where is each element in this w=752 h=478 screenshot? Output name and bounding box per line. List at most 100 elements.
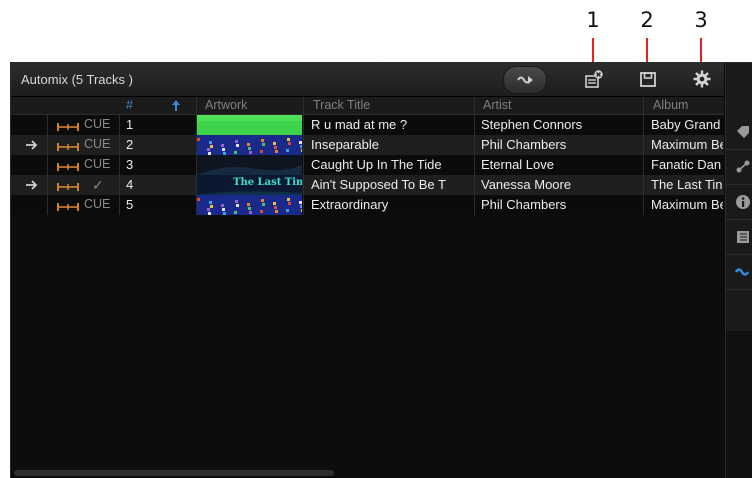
artwork-thumbnail [197,115,302,135]
sort-ascending-icon[interactable] [171,99,181,112]
column-album[interactable]: Album [653,98,688,112]
cue-status: ✓ [92,177,104,193]
row-divider [119,155,120,175]
row-divider [474,115,475,135]
column-track-title[interactable]: Track Title [313,98,370,112]
automix-panel: Automix (5 Tracks ) # Artwork Track Titl… [10,62,752,478]
artwork-thumbnail: The Last Time [197,175,302,195]
row-divider [474,155,475,175]
column-divider [643,97,644,114]
track-title: Extraordinary [311,197,389,212]
cue-status: CUE [84,137,111,151]
row-divider [303,115,304,135]
track-row[interactable]: CUE 5 Extraordinary Phil Chambers Maximum Be [11,195,724,215]
panel-title: Automix (5 Tracks ) [21,72,133,87]
sidebar-info-button[interactable] [726,185,752,220]
callout-number-2: 2 [640,8,654,32]
row-divider [119,175,120,195]
track-number: 4 [126,177,134,192]
track-row[interactable]: CUE 2 Inseparable Phil Chambers Maximum Be [11,135,724,155]
remove-from-playlist-icon [585,70,603,88]
artwork-thumbnail [197,155,302,175]
track-row[interactable]: ✓ 4 The Last Time Ain't Supposed To Be T Van… [11,175,724,195]
artwork-thumbnail [197,195,302,215]
artwork-text: The Last Time [233,177,302,188]
save-icon [640,72,656,87]
row-divider [47,155,48,175]
list-icon [737,231,749,243]
column-divider [303,97,304,114]
settings-button[interactable] [686,66,718,92]
row-divider [643,155,644,175]
info-icon [736,195,750,209]
remove-from-playlist-button[interactable] [578,66,610,92]
track-number: 5 [126,197,134,212]
cue-range-icon [57,180,79,195]
row-divider [47,115,48,135]
automix-play-icon [517,76,533,84]
sidebar-related-button[interactable] [726,150,752,185]
track-artist: Stephen Connors [481,117,583,132]
track-number: 3 [126,157,134,172]
column-divider [474,97,475,114]
row-divider [303,135,304,155]
sidebar-tag-button[interactable] [726,115,752,150]
cue-range-icon [57,120,79,135]
column-number[interactable]: # [126,98,133,112]
row-divider [474,195,475,215]
row-divider [474,135,475,155]
cue-range-icon [57,160,79,175]
panel-header: Automix (5 Tracks ) [11,63,724,97]
row-divider [643,135,644,155]
track-title: Ain't Supposed To Be T [311,177,446,192]
track-row[interactable]: CUE 3 Caught Up In The Tide Eternal Love Fan… [11,155,724,175]
track-artist: Eternal Love [481,157,554,172]
track-album: Maximum Be [651,197,723,212]
settings-gear-icon [693,70,711,88]
track-number: 2 [126,137,134,152]
row-divider [643,175,644,195]
cue-status: CUE [84,157,111,171]
track-album: Fanatic Dan [651,157,722,172]
row-divider [474,175,475,195]
row-divider [643,195,644,215]
row-divider [119,135,120,155]
save-button[interactable] [632,66,664,92]
row-divider [119,115,120,135]
sidebar-automix-button[interactable] [726,255,752,290]
callout-number-3: 3 [694,8,708,32]
artwork-thumbnail [197,135,302,155]
track-title: Caught Up In The Tide [311,157,442,172]
related-tracks-icon [736,160,750,173]
sidebar-empty-area [726,331,752,478]
right-sidebar [725,63,752,478]
row-divider [47,195,48,215]
row-divider [303,175,304,195]
row-divider [303,195,304,215]
tag-icon [737,126,749,138]
row-divider [303,155,304,175]
column-artist[interactable]: Artist [483,98,511,112]
cue-range-icon [57,200,79,215]
column-artwork[interactable]: Artwork [205,98,247,112]
horizontal-scrollbar[interactable] [14,470,334,476]
row-divider [643,115,644,135]
column-header-row: # Artwork Track Title Artist Album [11,97,724,115]
column-divider [196,97,197,114]
track-artist: Phil Chambers [481,137,567,152]
sidebar-list-button[interactable] [726,220,752,255]
automix-play-button[interactable] [503,66,547,94]
callout-number-1: 1 [586,8,600,32]
cue-status: CUE [84,117,111,131]
now-playing-arrow-icon [25,139,39,154]
track-album: Maximum Be [651,137,723,152]
cue-range-icon [57,140,79,155]
cue-status: CUE [84,197,111,211]
track-title: R u mad at me ? [311,117,408,132]
track-album: The Last Tin [651,177,723,192]
track-title: Inseparable [311,137,379,152]
automix-icon [735,268,750,276]
track-row[interactable]: CUE 1 R u mad at me ? Stephen Connors Baby G… [11,115,724,135]
now-playing-arrow-icon [25,179,39,194]
track-artist: Phil Chambers [481,197,567,212]
